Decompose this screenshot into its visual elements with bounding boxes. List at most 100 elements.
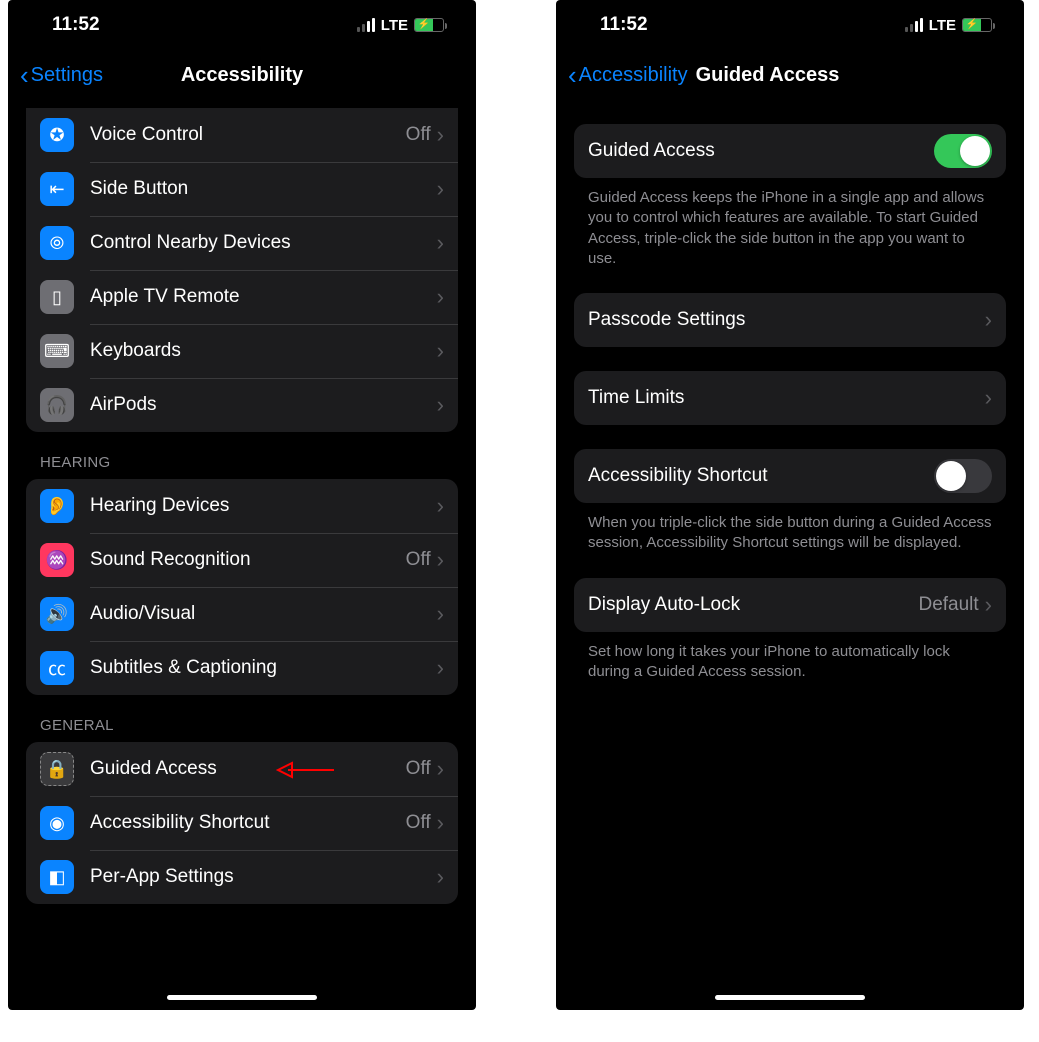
row-label: AirPods xyxy=(90,394,437,416)
hearing-devices-icon: 👂 xyxy=(40,489,74,523)
chevron-right-icon: › xyxy=(437,655,444,681)
row-voice-control[interactable]: ✪ Voice Control Off › xyxy=(26,108,458,162)
row-audio-visual[interactable]: 🔊 Audio/Visual › xyxy=(26,587,458,641)
row-label: Guided Access xyxy=(588,140,934,162)
row-guided-access-toggle[interactable]: Guided Access xyxy=(574,124,1006,178)
row-label: Time Limits xyxy=(588,387,985,409)
row-control-nearby[interactable]: ⦾ Control Nearby Devices › xyxy=(26,216,458,270)
row-per-app-settings[interactable]: ◧ Per-App Settings › xyxy=(26,850,458,904)
row-guided-access[interactable]: 🔒 Guided Access Off › xyxy=(26,742,458,796)
content: ✪ Voice Control Off › ⇤ Side Button › ⦾ … xyxy=(8,100,476,1010)
battery-icon: ⚡ xyxy=(962,18,992,32)
row-value: Default xyxy=(918,594,978,616)
chevron-right-icon: › xyxy=(437,756,444,782)
group-physical-motor: ✪ Voice Control Off › ⇤ Side Button › ⦾ … xyxy=(26,108,458,432)
footer-text: When you triple-click the side button du… xyxy=(574,503,1006,554)
toggle-accessibility-shortcut[interactable] xyxy=(934,459,992,493)
group-passcode: Passcode Settings › xyxy=(574,293,1006,347)
battery-icon: ⚡ xyxy=(414,18,444,32)
nearby-devices-icon: ⦾ xyxy=(40,226,74,260)
footer-text: Guided Access keeps the iPhone in a sing… xyxy=(574,178,1006,269)
row-label: Voice Control xyxy=(90,124,406,146)
keyboards-icon: ⌨ xyxy=(40,334,74,368)
row-value: Off xyxy=(406,124,431,146)
page-title: Guided Access xyxy=(696,64,840,87)
content: Guided Access Guided Access keeps the iP… xyxy=(556,100,1024,1010)
chevron-right-icon: › xyxy=(437,547,444,573)
chevron-right-icon: › xyxy=(437,284,444,310)
row-label: Audio/Visual xyxy=(90,603,437,625)
apple-tv-remote-icon: ▯ xyxy=(40,280,74,314)
chevron-left-icon: ‹ xyxy=(568,60,577,91)
row-label: Per-App Settings xyxy=(90,866,437,888)
row-passcode-settings[interactable]: Passcode Settings › xyxy=(574,293,1006,347)
chevron-right-icon: › xyxy=(437,392,444,418)
back-button[interactable]: ‹ Accessibility xyxy=(568,60,688,91)
footer-text: Set how long it takes your iPhone to aut… xyxy=(574,632,1006,683)
chevron-right-icon: › xyxy=(437,338,444,364)
row-label: Accessibility Shortcut xyxy=(588,465,934,487)
group-general: 🔒 Guided Access Off › ◉ Accessibility Sh… xyxy=(26,742,458,904)
phone-guided-access: 11:52 LTE ⚡ ‹ Accessibility Guided Acces… xyxy=(556,0,1024,1010)
nav-bar: ‹ Settings Accessibility xyxy=(8,50,476,100)
sound-recognition-icon: ♒ xyxy=(40,543,74,577)
status-time: 11:52 xyxy=(600,14,648,36)
row-subtitles[interactable]: ㏄ Subtitles & Captioning › xyxy=(26,641,458,695)
home-indicator[interactable] xyxy=(715,995,865,1000)
chevron-right-icon: › xyxy=(437,122,444,148)
row-hearing-devices[interactable]: 👂 Hearing Devices › xyxy=(26,479,458,533)
page-title: Accessibility xyxy=(181,64,303,87)
row-label: Guided Access xyxy=(90,758,406,780)
back-label: Settings xyxy=(31,64,103,87)
home-indicator[interactable] xyxy=(167,995,317,1000)
status-right: LTE ⚡ xyxy=(357,17,444,34)
airpods-icon: 🎧 xyxy=(40,388,74,422)
row-label: Subtitles & Captioning xyxy=(90,657,437,679)
accessibility-shortcut-icon: ◉ xyxy=(40,806,74,840)
row-label: Sound Recognition xyxy=(90,549,406,571)
group-guided-access-toggle: Guided Access xyxy=(574,124,1006,178)
row-side-button[interactable]: ⇤ Side Button › xyxy=(26,162,458,216)
chevron-right-icon: › xyxy=(985,307,992,333)
group-time-limits: Time Limits › xyxy=(574,371,1006,425)
status-right: LTE ⚡ xyxy=(905,17,992,34)
row-accessibility-shortcut[interactable]: ◉ Accessibility Shortcut Off › xyxy=(26,796,458,850)
row-value: Off xyxy=(406,549,431,571)
chevron-right-icon: › xyxy=(437,601,444,627)
row-sound-recognition[interactable]: ♒ Sound Recognition Off › xyxy=(26,533,458,587)
guided-access-icon: 🔒 xyxy=(40,752,74,786)
side-button-icon: ⇤ xyxy=(40,172,74,206)
row-time-limits[interactable]: Time Limits › xyxy=(574,371,1006,425)
row-label: Hearing Devices xyxy=(90,495,437,517)
back-button[interactable]: ‹ Settings xyxy=(20,60,103,91)
row-label: Accessibility Shortcut xyxy=(90,812,406,834)
signal-icon xyxy=(905,18,923,32)
row-label: Apple TV Remote xyxy=(90,286,437,308)
per-app-settings-icon: ◧ xyxy=(40,860,74,894)
status-time: 11:52 xyxy=(52,14,100,36)
nav-bar: ‹ Accessibility Guided Access xyxy=(556,50,1024,100)
row-display-auto-lock[interactable]: Display Auto-Lock Default › xyxy=(574,578,1006,632)
chevron-right-icon: › xyxy=(437,864,444,890)
chevron-right-icon: › xyxy=(985,592,992,618)
phone-accessibility: 11:52 LTE ⚡ ‹ Settings Accessibility ✪ V… xyxy=(8,0,476,1010)
chevron-right-icon: › xyxy=(437,176,444,202)
status-bar: 11:52 LTE ⚡ xyxy=(556,0,1024,50)
row-label: Control Nearby Devices xyxy=(90,232,437,254)
row-apple-tv-remote[interactable]: ▯ Apple TV Remote › xyxy=(26,270,458,324)
toggle-guided-access[interactable] xyxy=(934,134,992,168)
signal-icon xyxy=(357,18,375,32)
subtitles-icon: ㏄ xyxy=(40,651,74,685)
row-value: Off xyxy=(406,758,431,780)
row-label: Passcode Settings xyxy=(588,309,985,331)
chevron-right-icon: › xyxy=(437,493,444,519)
row-airpods[interactable]: 🎧 AirPods › xyxy=(26,378,458,432)
status-bar: 11:52 LTE ⚡ xyxy=(8,0,476,50)
group-accessibility-shortcut: Accessibility Shortcut xyxy=(574,449,1006,503)
row-label: Keyboards xyxy=(90,340,437,362)
chevron-right-icon: › xyxy=(437,230,444,256)
row-keyboards[interactable]: ⌨ Keyboards › xyxy=(26,324,458,378)
row-accessibility-shortcut-toggle[interactable]: Accessibility Shortcut xyxy=(574,449,1006,503)
row-label: Display Auto-Lock xyxy=(588,594,918,616)
network-label: LTE xyxy=(381,17,408,34)
